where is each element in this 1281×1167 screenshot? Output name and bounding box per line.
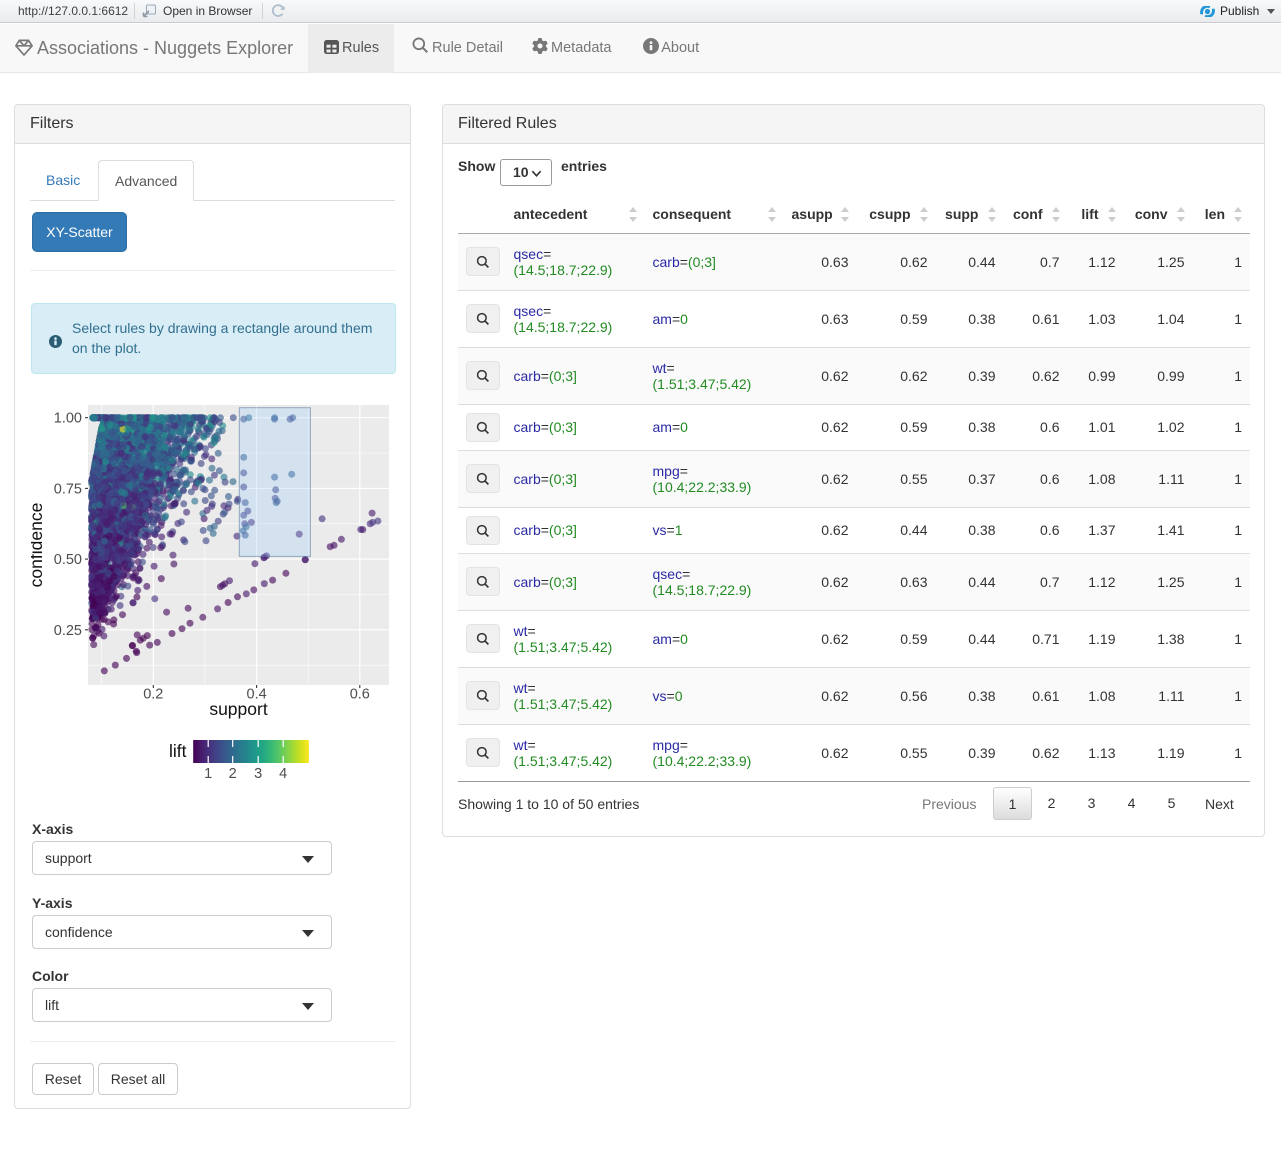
svg-text:0.2: 0.2	[143, 687, 163, 703]
svg-text:2: 2	[229, 766, 237, 782]
svg-text:support: support	[209, 699, 268, 719]
svg-text:4: 4	[279, 766, 287, 782]
svg-text:1: 1	[204, 766, 212, 782]
svg-text:0.50: 0.50	[54, 552, 82, 568]
svg-text:0.25: 0.25	[54, 623, 82, 639]
svg-text:1.00: 1.00	[54, 411, 82, 427]
svg-text:confidence: confidence	[31, 503, 46, 588]
svg-text:3: 3	[254, 766, 262, 782]
svg-text:lift: lift	[169, 741, 187, 761]
svg-text:0.6: 0.6	[350, 687, 370, 703]
svg-text:0.75: 0.75	[54, 481, 82, 497]
